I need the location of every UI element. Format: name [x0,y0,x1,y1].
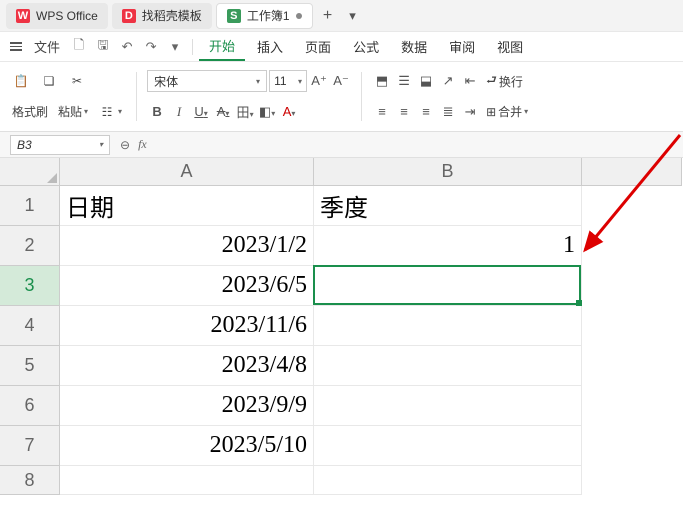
col-header-c[interactable] [582,158,682,186]
modified-dot-icon [296,13,302,19]
cut-icon[interactable]: ✂ [64,70,90,92]
menu-file[interactable]: 文件 [28,33,66,60]
col-header-A[interactable]: A [60,158,314,186]
cell-B8[interactable] [314,466,582,495]
row-header-8[interactable]: 8 [0,466,60,495]
name-box-value: B3 [17,138,32,152]
wps-icon: W [16,9,30,23]
cell-A3[interactable]: 2023/6/5 [60,266,314,306]
clipboard-icon[interactable]: 📋 [8,70,34,92]
cell-A7[interactable]: 2023/5/10 [60,426,314,466]
tab-label: 找稻壳模板 [142,7,202,24]
cell-B1[interactable]: 季度 [314,186,582,226]
menu-tab-page[interactable]: 页面 [295,33,341,60]
italic-icon[interactable]: I [169,104,189,120]
clipboard-more-icon[interactable]: ☷▾ [94,101,126,123]
row-header-2[interactable]: 2 [0,226,60,266]
copy-icon[interactable]: ❏ [36,70,62,92]
font-color-icon[interactable]: A▾ [279,104,299,119]
menu-tab-view[interactable]: 视图 [487,33,533,60]
align-left-icon[interactable]: ≡ [372,104,392,119]
menu-tab-data[interactable]: 数据 [391,33,437,60]
app-tab-template[interactable]: D 找稻壳模板 [112,3,212,29]
indent-decrease-icon[interactable]: ⇤ [460,73,480,89]
cell-B3[interactable] [314,266,582,306]
row-header-4[interactable]: 4 [0,306,60,346]
format-brush-button[interactable]: 格式刷 [8,101,52,122]
select-all-corner[interactable] [0,158,60,186]
cell-B6[interactable] [314,386,582,426]
decrease-font-icon[interactable]: A⁻ [331,73,351,89]
cell-A4[interactable]: 2023/11/6 [60,306,314,346]
cell-B5[interactable] [314,346,582,386]
menu-tab-insert[interactable]: 插入 [247,33,293,60]
cell-A5[interactable]: 2023/4/8 [60,346,314,386]
align-bottom-icon[interactable]: ⬓ [416,73,436,89]
title-tab-bar: W WPS Office D 找稻壳模板 S 工作簿1 + ▾ [0,0,683,32]
wrap-text-button[interactable]: ⮐换行 [482,69,527,94]
tab-label: 工作簿1 [247,7,290,24]
align-middle-icon[interactable]: ☰ [394,73,414,89]
qat-dropdown-icon[interactable]: ▾ [164,39,186,55]
name-box[interactable]: B3▾ [10,135,110,155]
redo-icon[interactable]: ↷ [140,39,162,55]
tab-dropdown-icon[interactable]: ▾ [343,8,363,24]
row-header-1[interactable]: 1 [0,186,60,226]
indent-increase-icon[interactable]: ⇥ [460,104,480,120]
orientation-icon[interactable]: ↗ [438,73,458,89]
row-header-3[interactable]: 3 [0,266,60,306]
fill-color-icon[interactable]: ◧▾ [257,104,277,120]
fx-icon[interactable]: fx [138,137,147,152]
align-right-icon[interactable]: ≡ [416,104,436,119]
bold-icon[interactable]: B [147,104,167,119]
cell-B2[interactable]: 1 [314,226,582,266]
align-top-icon[interactable]: ⬒ [372,73,392,89]
app-tab-wps[interactable]: W WPS Office [6,3,108,29]
border-icon[interactable]: 田▾ [235,102,255,121]
spreadsheet-grid[interactable]: AB 12345678 日期季度2023/1/212023/6/52023/11… [0,158,683,523]
undo-icon[interactable]: ↶ [116,39,138,55]
ribbon: 📋 ❏ ✂ 格式刷 粘贴▾ ☷▾ 宋体▾ 11▾ A⁺ A⁻ B I U▾ A▾… [0,62,683,132]
row-header-5[interactable]: 5 [0,346,60,386]
strike-icon[interactable]: A▾ [213,104,233,119]
app-tab-workbook[interactable]: S 工作簿1 [216,3,313,29]
menu-tab-formula[interactable]: 公式 [343,33,389,60]
separator [192,39,193,55]
align-center-icon[interactable]: ≡ [394,104,414,119]
cell-A6[interactable]: 2023/9/9 [60,386,314,426]
hamburger-icon[interactable] [6,42,26,51]
formula-bar-row: B3▾ ⊖ fx [0,132,683,158]
merge-button[interactable]: ⊞合并▾ [482,101,532,122]
font-size-select[interactable]: 11▾ [269,70,307,92]
new-tab-button[interactable]: + [317,7,339,25]
tab-label: WPS Office [36,9,98,23]
cell-B7[interactable] [314,426,582,466]
row-header-7[interactable]: 7 [0,426,60,466]
menu-tab-start[interactable]: 开始 [199,32,245,61]
font-name-select[interactable]: 宋体▾ [147,70,267,92]
sheet-icon: S [227,9,241,23]
row-header-6[interactable]: 6 [0,386,60,426]
cell-A8[interactable] [60,466,314,495]
menu-bar: 文件 🗋 🖫 ↶ ↷ ▾ 开始 插入 页面 公式 数据 审阅 视图 [0,32,683,62]
paste-button[interactable]: 粘贴▾ [54,101,92,122]
increase-font-icon[interactable]: A⁺ [309,73,329,89]
cell-A2[interactable]: 2023/1/2 [60,226,314,266]
col-header-B[interactable]: B [314,158,582,186]
docer-icon: D [122,9,136,23]
underline-icon[interactable]: U▾ [191,104,211,119]
save-icon[interactable]: 🖫 [92,36,114,58]
cell-B4[interactable] [314,306,582,346]
menu-tab-review[interactable]: 审阅 [439,33,485,60]
justify-icon[interactable]: ≣ [438,104,458,120]
cancel-formula-icon[interactable]: ⊖ [120,138,130,152]
new-doc-icon[interactable]: 🗋 [68,36,90,58]
cell-A1[interactable]: 日期 [60,186,314,226]
